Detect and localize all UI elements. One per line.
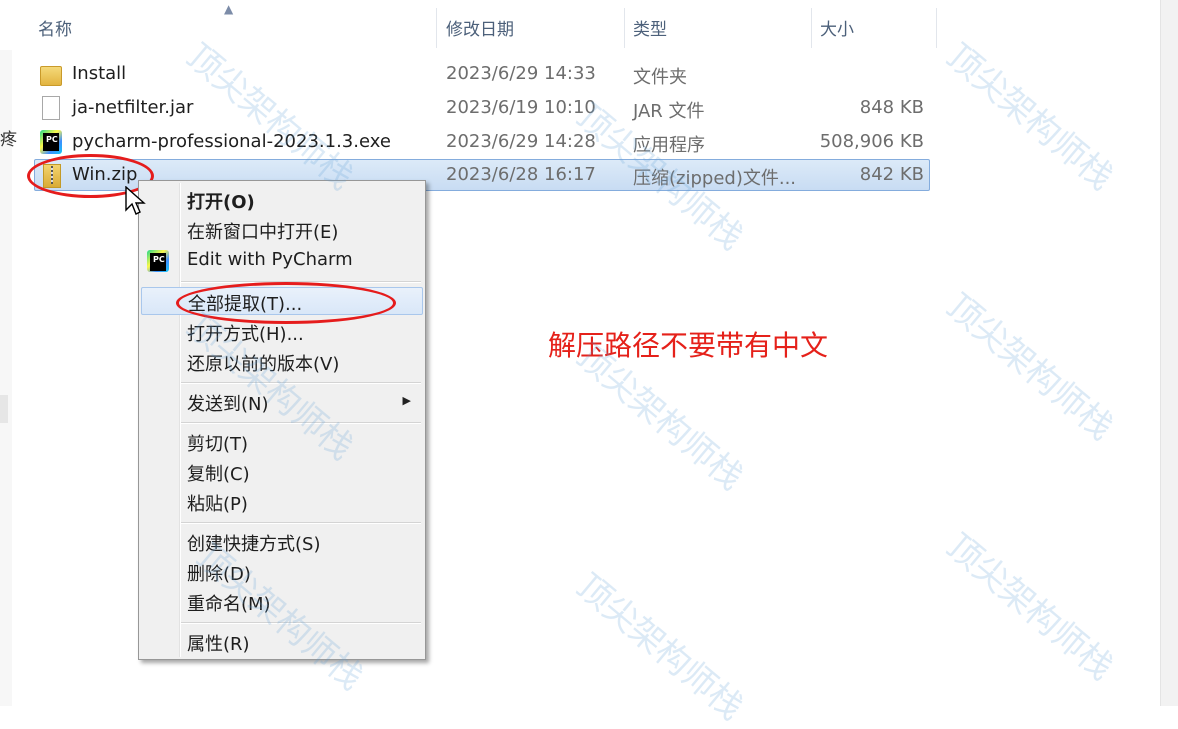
file-name: pycharm-professional-2023.1.3.exe (72, 131, 391, 152)
column-header-bar: ▲ 名称 修改日期 类型 大小 (0, 0, 1178, 50)
menu-item-label: 删除(D) (187, 564, 251, 585)
menu-item-send-to[interactable]: 发送到(N) ▶ (141, 388, 423, 416)
column-divider[interactable] (624, 8, 625, 48)
file-row[interactable]: ja-netfilter.jar 2023/6/19 10:10 JAR 文件 … (34, 92, 930, 124)
menu-item-label: 在新窗口中打开(E) (187, 222, 339, 243)
pycharm-badge-text: PC (46, 135, 58, 144)
watermark-text: 顶尖架构师栈 (568, 566, 751, 729)
file-date: 2023/6/19 10:10 (446, 97, 596, 118)
menu-separator (181, 622, 421, 624)
menu-item-label: 发送到(N) (187, 394, 269, 415)
menu-item-open[interactable]: 打开(O) (141, 186, 423, 214)
file-type: 文件夹 (633, 67, 687, 88)
file-name: ja-netfilter.jar (72, 97, 194, 118)
menu-item-label: 复制(C) (187, 464, 250, 485)
pycharm-icon: PC (147, 250, 169, 272)
menu-separator (181, 422, 421, 424)
annotation-note: 解压路径不要带有中文 (548, 329, 829, 362)
menu-item-label: 粘贴(P) (187, 494, 248, 515)
jar-file-icon (42, 96, 60, 120)
file-row[interactable]: Install 2023/6/29 14:33 文件夹 (34, 58, 930, 90)
file-type: JAR 文件 (633, 101, 705, 122)
file-name: Install (72, 63, 127, 84)
menu-item-open-new-window[interactable]: 在新窗口中打开(E) (141, 216, 423, 244)
mouse-cursor-icon (125, 186, 146, 215)
menu-item-label: 属性(R) (187, 634, 250, 655)
left-panel-edge (0, 0, 12, 706)
pycharm-badge-text: PC (153, 255, 165, 264)
column-header-name[interactable]: 名称 (38, 15, 72, 40)
menu-item-restore-previous[interactable]: 还原以前的版本(V) (141, 348, 423, 376)
column-divider[interactable] (936, 8, 937, 48)
column-divider[interactable] (436, 8, 437, 48)
file-type: 应用程序 (633, 135, 705, 156)
menu-item-paste[interactable]: 粘贴(P) (141, 488, 423, 516)
watermark-text: 顶尖架构师栈 (938, 526, 1121, 689)
menu-item-rename[interactable]: 重命名(M) (141, 588, 423, 616)
watermark-text: 顶尖架构师栈 (938, 286, 1121, 449)
pycharm-icon: PC (40, 130, 62, 154)
menu-item-create-shortcut[interactable]: 创建快捷方式(S) (141, 528, 423, 556)
file-size: 842 KB (859, 164, 924, 185)
folder-icon (40, 66, 62, 86)
file-size: 848 KB (859, 97, 924, 118)
file-date: 2023/6/29 14:28 (446, 131, 596, 152)
menu-item-label: 创建快捷方式(S) (187, 534, 321, 555)
sort-ascending-icon[interactable]: ▲ (224, 2, 233, 16)
column-header-modified[interactable]: 修改日期 (446, 15, 514, 40)
column-header-size[interactable]: 大小 (820, 15, 854, 40)
column-header-type[interactable]: 类型 (633, 15, 667, 40)
menu-item-label: 打开(O) (187, 192, 255, 213)
menu-item-cut[interactable]: 剪切(T) (141, 428, 423, 456)
menu-item-delete[interactable]: 删除(D) (141, 558, 423, 586)
menu-item-label: 重命名(M) (187, 594, 271, 615)
menu-separator (181, 522, 421, 524)
submenu-arrow-icon: ▶ (402, 394, 411, 407)
file-date: 2023/6/28 16:17 (446, 164, 596, 185)
file-size: 508,906 KB (819, 131, 924, 152)
menu-item-copy[interactable]: 复制(C) (141, 458, 423, 486)
menu-item-properties[interactable]: 属性(R) (141, 628, 423, 656)
left-panel-fragment (0, 395, 8, 423)
left-panel-text-fragment: 疼 (0, 130, 17, 150)
menu-item-label: 还原以前的版本(V) (187, 354, 340, 375)
menu-separator (181, 382, 421, 384)
menu-item-label: Edit with PyCharm (187, 249, 353, 270)
file-date: 2023/6/29 14:33 (446, 63, 596, 84)
menu-item-label: 剪切(T) (187, 434, 249, 455)
file-row[interactable]: PC pycharm-professional-2023.1.3.exe 202… (34, 126, 930, 158)
menu-item-edit-pycharm[interactable]: Edit with PyCharm (141, 247, 423, 275)
column-divider[interactable] (811, 8, 812, 48)
watermark-text: 顶尖架构师栈 (938, 36, 1121, 199)
annotation-circle-extract-all (176, 282, 396, 324)
context-menu: 打开(O) 在新窗口中打开(E) Edit with PyCharm PC 全部… (138, 180, 426, 660)
vertical-scrollbar[interactable] (1160, 0, 1178, 706)
